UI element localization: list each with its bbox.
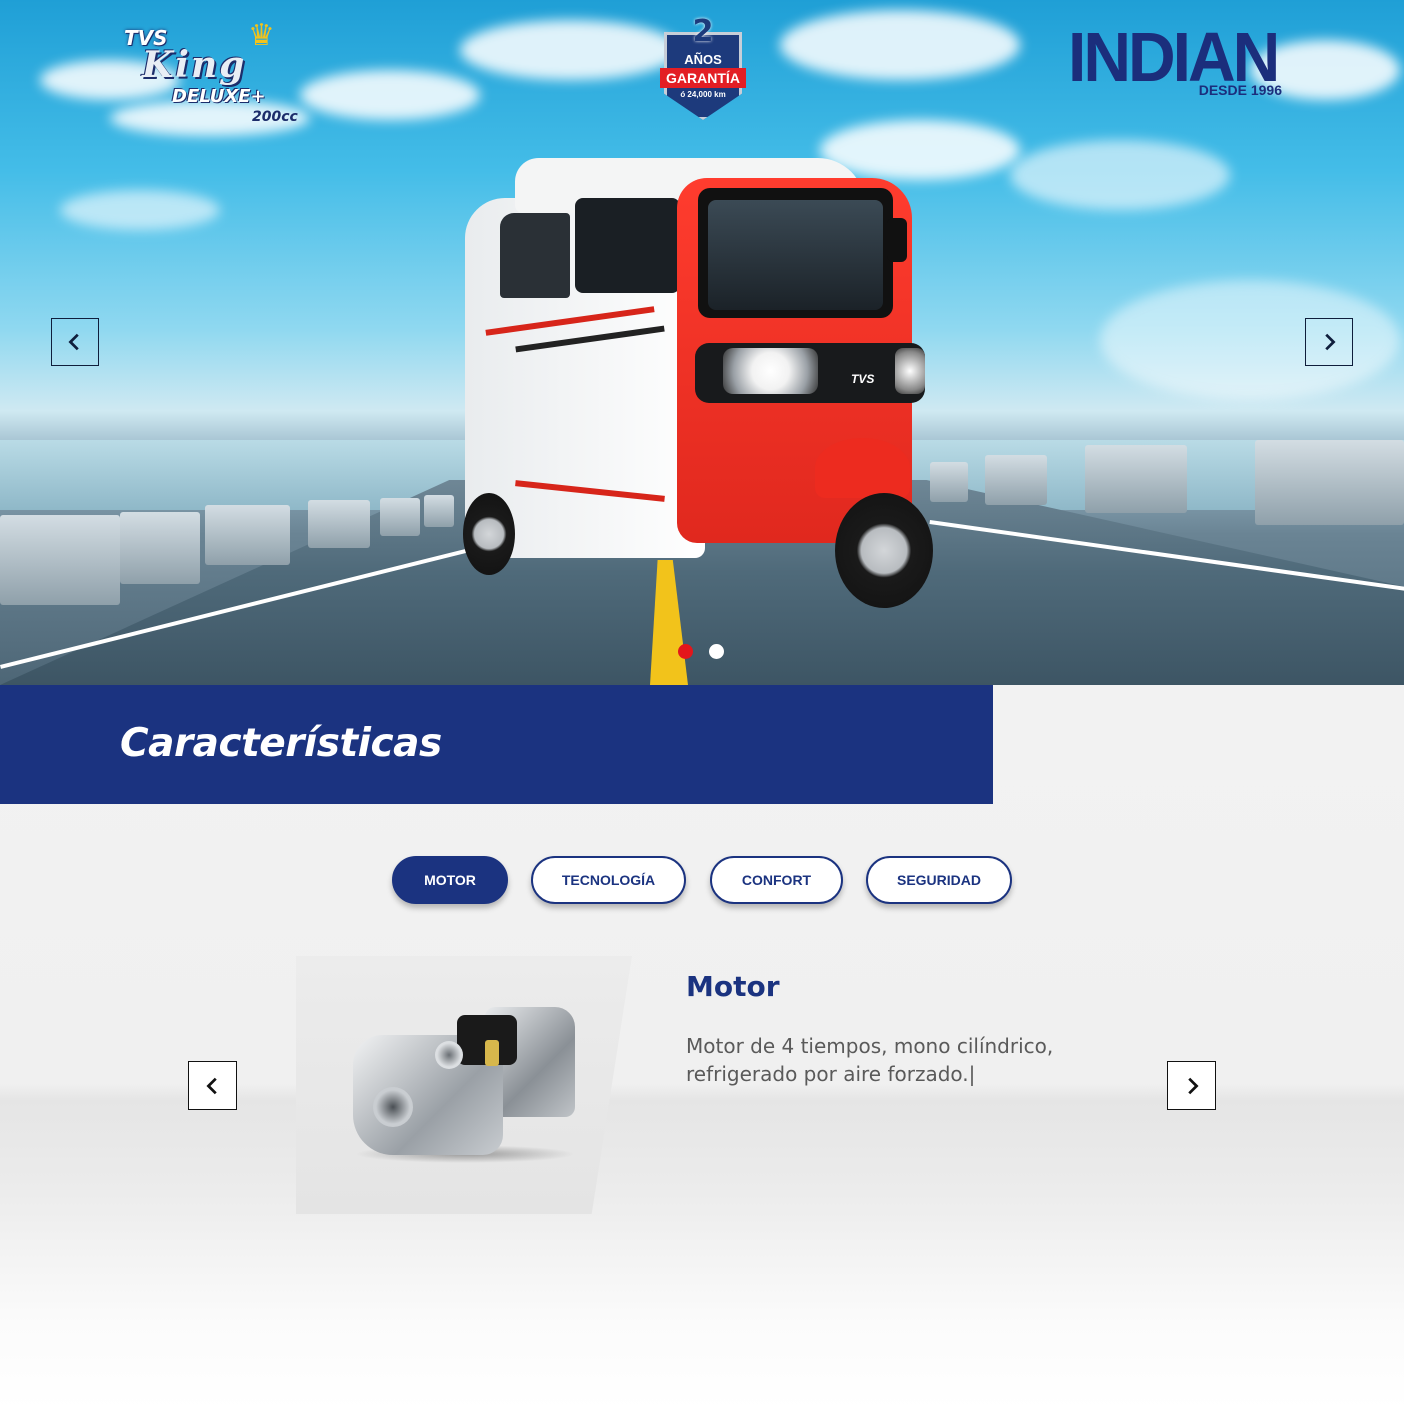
vehicle-fender bbox=[815, 438, 910, 498]
concrete-barrier bbox=[930, 462, 968, 502]
cloud bbox=[300, 70, 480, 120]
section-header: Características bbox=[0, 685, 993, 804]
logo-text: King bbox=[142, 44, 247, 86]
indian-logo: INDIAN DESDE 1996 bbox=[1068, 22, 1288, 100]
concrete-barrier bbox=[985, 455, 1047, 505]
hero-prev-button[interactable] bbox=[51, 318, 99, 366]
engine-part bbox=[485, 1040, 499, 1066]
feature-description: Motor de 4 tiempos, mono cilíndrico, ref… bbox=[686, 1034, 1054, 1086]
chevron-left-icon bbox=[205, 1077, 217, 1094]
vehicle-wheel bbox=[463, 493, 515, 575]
tvs-king-deluxe-logo: TVS ♛ King DELUXE+ 200cc bbox=[120, 19, 320, 125]
warranty-detail: ó 24,000 km bbox=[680, 90, 726, 99]
engine-hub bbox=[373, 1087, 413, 1127]
concrete-barrier bbox=[205, 505, 290, 565]
warranty-unit: AÑOS bbox=[684, 52, 722, 67]
vehicle-headlight bbox=[723, 348, 818, 394]
logo-text: DELUXE+ bbox=[172, 86, 266, 107]
logo-text: 200cc bbox=[252, 109, 298, 125]
carousel-indicators bbox=[678, 644, 724, 659]
tab-tecnologia[interactable]: TECNOLOGÍA bbox=[531, 856, 686, 904]
vehicle-window bbox=[500, 213, 570, 298]
vehicle-headlight bbox=[895, 348, 925, 394]
concrete-barrier bbox=[0, 515, 120, 605]
vehicle-wheel bbox=[835, 493, 933, 608]
vehicle-windshield bbox=[708, 200, 883, 310]
concrete-barrier bbox=[380, 498, 420, 536]
cloud bbox=[60, 190, 220, 230]
feature-next-button[interactable] bbox=[1167, 1061, 1216, 1110]
crown-icon: ♛ bbox=[248, 19, 275, 52]
chevron-right-icon bbox=[1325, 333, 1336, 351]
vehicle-window bbox=[575, 198, 680, 293]
engine-hub bbox=[435, 1041, 463, 1069]
hero-carousel: TVS ♛ King DELUXE+ 200cc 2 AÑOS GARANTÍA… bbox=[0, 0, 1404, 685]
feature-prev-button[interactable] bbox=[188, 1061, 237, 1110]
tab-motor[interactable]: MOTOR bbox=[392, 856, 508, 904]
carousel-dot-1[interactable] bbox=[678, 644, 693, 659]
concrete-barrier bbox=[308, 500, 370, 548]
mototaxi-image: TVS bbox=[455, 158, 935, 613]
hero-next-button[interactable] bbox=[1305, 318, 1353, 366]
warranty-badge: 2 AÑOS GARANTÍA ó 24,000 km bbox=[660, 14, 746, 122]
chevron-right-icon bbox=[1187, 1077, 1199, 1094]
concrete-barrier bbox=[120, 512, 200, 584]
carousel-dot-2[interactable] bbox=[709, 644, 724, 659]
concrete-barrier bbox=[1255, 440, 1404, 525]
tab-seguridad[interactable]: SEGURIDAD bbox=[866, 856, 1012, 904]
feature-tabs: MOTOR TECNOLOGÍA CONFORT SEGURIDAD bbox=[0, 856, 1404, 906]
warranty-years: 2 bbox=[692, 14, 714, 49]
vehicle-mirror bbox=[887, 218, 907, 262]
engine-image bbox=[345, 995, 585, 1170]
cloud bbox=[780, 10, 1020, 80]
warranty-label: GARANTÍA bbox=[660, 68, 746, 88]
tab-confort[interactable]: CONFORT bbox=[710, 856, 843, 904]
cloud bbox=[1010, 140, 1230, 210]
section-title: Características bbox=[120, 721, 442, 766]
cloud bbox=[460, 20, 680, 80]
chevron-left-icon bbox=[68, 333, 79, 351]
feature-title: Motor bbox=[686, 970, 780, 1003]
vehicle-brand: TVS bbox=[851, 372, 875, 386]
concrete-barrier bbox=[1085, 445, 1187, 513]
indian-logo-tagline: DESDE 1996 bbox=[1198, 82, 1282, 98]
concrete-barrier bbox=[424, 495, 454, 527]
cloud bbox=[1100, 280, 1400, 400]
